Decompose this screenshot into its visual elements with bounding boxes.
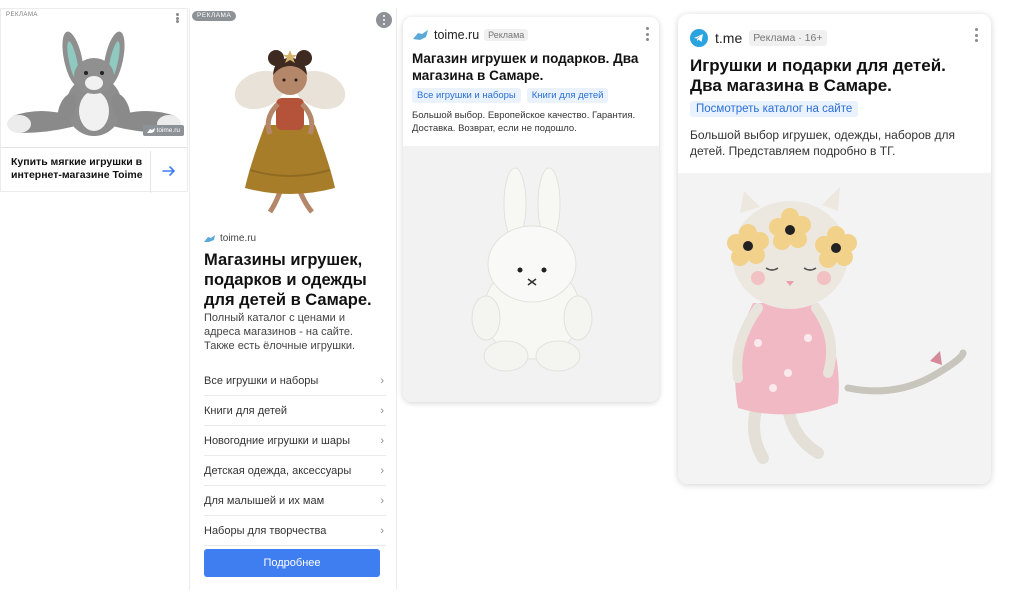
ad-description: Большой выбор игрушек, одежды, наборов д… (690, 128, 955, 158)
more-details-button[interactable]: Подробнее (204, 549, 380, 577)
ad-title[interactable]: Игрушки и подарки для детей. Два магазин… (690, 56, 980, 96)
sitelink-label: Наборы для творчества (204, 524, 327, 537)
more-options-icon[interactable] (974, 28, 978, 42)
sitelink-books[interactable]: Книги для детей › (204, 396, 386, 426)
source-domain: toime.ru (156, 127, 180, 134)
ad-header: t.me Реклама · 16+ (690, 29, 827, 47)
ad-card-small[interactable]: РЕКЛАМА toime.ru Купить мягкие игрушки в… (0, 8, 188, 193)
horse-logo-icon (413, 29, 428, 40)
ad-domain[interactable]: toime.ru (434, 28, 479, 42)
sitelink-chips: Все игрушки и наборы Книги для детей (412, 88, 609, 103)
sitelink-label: Детская одежда, аксессуары (204, 464, 352, 477)
sitelinks-list: Все игрушки и наборы › Книги для детей › Н… (204, 366, 386, 546)
sitelink-label: Книги для детей (204, 404, 288, 417)
ad-domain[interactable]: toime.ru (204, 233, 256, 244)
product-image-cat-doll[interactable] (678, 173, 991, 484)
chip-all-toys[interactable]: Все игрушки и наборы (412, 88, 521, 103)
ad-title[interactable]: Магазин игрушек и подарков. Два магазина… (412, 50, 650, 84)
chevron-right-icon: › (380, 434, 384, 447)
more-options-icon[interactable] (376, 12, 392, 28)
chevron-right-icon: › (380, 404, 384, 417)
chevron-right-icon: › (380, 494, 384, 507)
chevron-right-icon: › (380, 464, 384, 477)
more-options-icon[interactable] (645, 27, 649, 41)
view-catalog-link[interactable]: Посмотреть каталог на сайте (690, 101, 859, 117)
sitelink-all-toys[interactable]: Все игрушки и наборы › (204, 366, 386, 396)
ad-description: Полный каталог с ценами и адреса магазин… (204, 312, 356, 352)
telegram-icon (690, 29, 708, 47)
product-image-fairy-doll[interactable] (220, 30, 360, 220)
ad-badge: РЕКЛАМА (192, 11, 237, 21)
ad-header: toime.ru Реклама (413, 28, 529, 42)
product-image-white-bunny[interactable] (403, 146, 659, 402)
ad-card-medium[interactable]: toime.ru Реклама Магазин игрушек и подар… (403, 17, 659, 402)
sitelink-babies[interactable]: Для малышей и их мам › (204, 486, 386, 516)
chip-books[interactable]: Книги для детей (526, 88, 609, 103)
ad-title[interactable]: Купить мягкие игрушки в интернет-магазин… (11, 156, 149, 182)
ad-description: Большой выбор. Европейское качество. Гар… (412, 110, 636, 134)
source-badge: toime.ru (142, 125, 184, 136)
ad-badge: Реклама · 16+ (749, 30, 827, 46)
ad-card-tall[interactable]: РЕКЛАМА toime.ru Магазины игрушек, подар… (189, 8, 397, 590)
sitelink-label: Для малышей и их мам (204, 494, 325, 507)
ad-card-large[interactable]: t.me Реклама · 16+ Игрушки и подарки для… (678, 14, 991, 484)
arrow-right-icon[interactable] (161, 163, 177, 179)
domain-text: toime.ru (220, 233, 257, 244)
sitelink-crafts[interactable]: Наборы для творчества › (204, 516, 386, 546)
horse-logo-icon (204, 234, 215, 242)
ad-label: РЕКЛАМА (6, 12, 38, 18)
sitelink-label: Все игрушки и наборы (204, 374, 319, 387)
divider-vertical (150, 151, 151, 193)
horse-logo-icon (146, 127, 155, 133)
ad-title[interactable]: Магазины игрушек, подарков и одежды для … (204, 250, 384, 310)
divider (1, 147, 187, 148)
sitelink-label: Новогодние игрушки и шары (204, 434, 351, 447)
chevron-right-icon: › (380, 374, 384, 387)
sitelink-new-year[interactable]: Новогодние игрушки и шары › (204, 426, 386, 456)
chevron-right-icon: › (380, 524, 384, 537)
sitelink-clothing[interactable]: Детская одежда, аксессуары › (204, 456, 386, 486)
ad-domain[interactable]: t.me (715, 30, 742, 46)
ad-badge: Реклама (484, 29, 529, 41)
